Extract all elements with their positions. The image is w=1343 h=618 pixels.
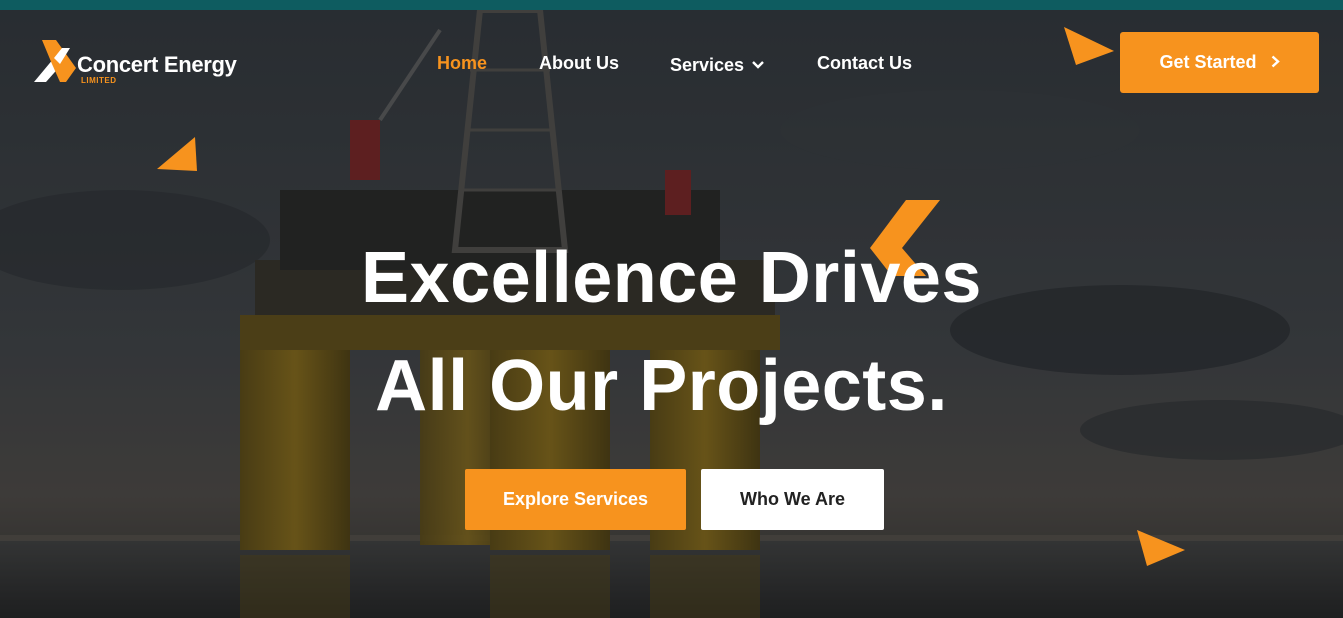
triangle-decor-icon: [1064, 27, 1114, 65]
nav-item-contact-us[interactable]: Contact Us: [817, 53, 912, 74]
brand-name: Concert Energy: [77, 52, 237, 77]
who-we-are-button[interactable]: Who We Are: [701, 469, 884, 530]
brand-tagline: LIMITED: [81, 76, 117, 85]
nav-item-services[interactable]: Services: [670, 53, 764, 76]
triangle-decor-icon: [157, 137, 197, 171]
hero-section: Concert Energy LIMITED Home About Us Ser…: [0, 10, 1343, 618]
brand-logo[interactable]: Concert Energy LIMITED: [32, 38, 252, 98]
nav-item-about-us[interactable]: About Us: [539, 53, 619, 74]
nav-item-home[interactable]: Home: [437, 53, 487, 74]
logo-mark-icon: [34, 40, 76, 82]
get-started-label: Get Started: [1159, 52, 1257, 72]
hero-headline-line1: Excellence Drives: [361, 238, 982, 318]
nav-item-services-label: Services: [670, 55, 745, 75]
hero-headline-line2: All Our Projects.: [375, 346, 948, 426]
get-started-button[interactable]: Get Started: [1120, 32, 1319, 93]
top-accent-bar: [0, 0, 1343, 10]
explore-services-button[interactable]: Explore Services: [465, 469, 686, 530]
triangle-decor-icon: [1137, 530, 1185, 566]
chevron-down-icon: [752, 53, 764, 74]
chevron-right-icon: [1271, 52, 1280, 73]
